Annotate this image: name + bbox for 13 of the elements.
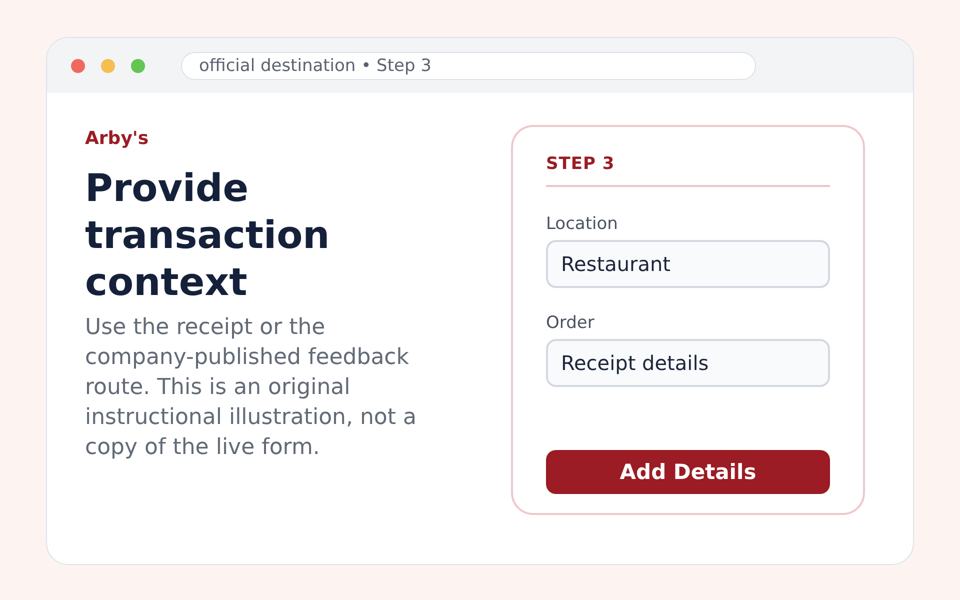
input-field[interactable]: Receipt details bbox=[546, 339, 830, 387]
address-field[interactable]: official destination • Step 3 bbox=[181, 52, 756, 80]
description-text: Use the receipt or the company-published feedback route. This is an original instructional illustration, not a copy of the live form. bbox=[85, 314, 418, 462]
field-label: Order bbox=[546, 313, 596, 333]
input-field[interactable]: Restaurant bbox=[546, 240, 830, 288]
step-label: STEP 3 bbox=[546, 154, 616, 174]
close-icon[interactable] bbox=[71, 58, 85, 72]
maximize-icon[interactable] bbox=[131, 58, 145, 72]
submit-button[interactable]: Add Details bbox=[546, 450, 830, 494]
page-heading: Provide transaction context bbox=[85, 165, 331, 306]
brand-name: Arby's bbox=[85, 129, 150, 149]
minimize-icon[interactable] bbox=[101, 58, 115, 72]
field-label: Location bbox=[546, 214, 619, 234]
